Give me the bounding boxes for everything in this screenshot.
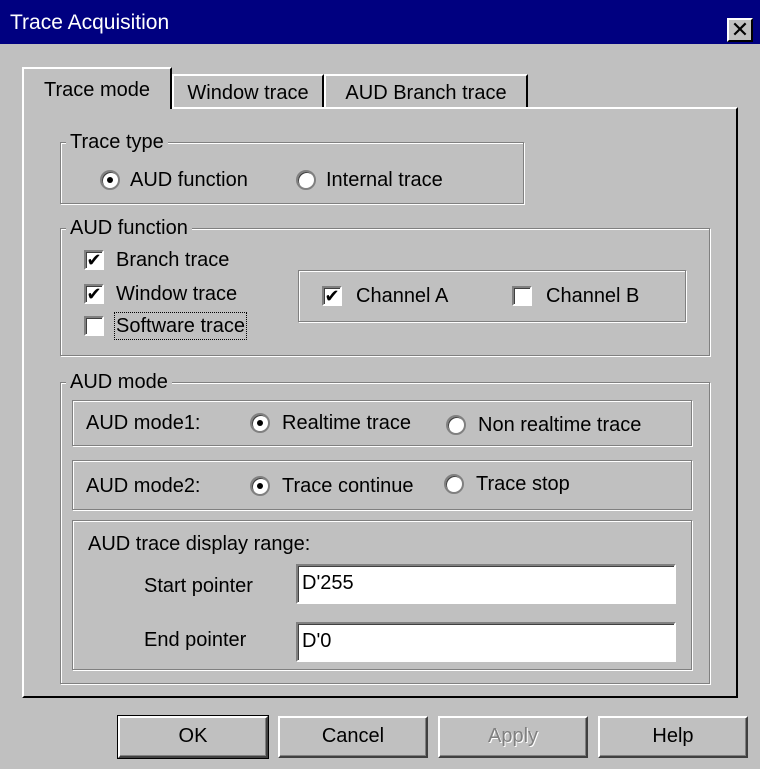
channel-b-label[interactable]: Channel B	[546, 284, 639, 308]
ok-button[interactable]: OK	[117, 715, 269, 759]
end-pointer-label: End pointer	[144, 629, 247, 651]
software-trace-label[interactable]: Software trace	[114, 312, 247, 340]
aud-mode2-label: AUD mode2:	[86, 475, 201, 497]
tab-aud-branch-trace-label: AUD Branch trace	[345, 82, 507, 104]
trace-range-label: AUD trace display range:	[88, 533, 311, 555]
trace-type-legend: Trace type	[66, 131, 168, 153]
aud-function-radio-label[interactable]: AUD function	[130, 168, 248, 192]
non-realtime-trace-label[interactable]: Non realtime trace	[478, 413, 641, 437]
start-pointer-label: Start pointer	[144, 575, 253, 597]
close-button[interactable]: ✕	[727, 18, 753, 42]
branch-trace-label[interactable]: Branch trace	[116, 248, 229, 272]
tab-aud-branch-trace[interactable]: AUD Branch trace	[324, 74, 528, 108]
trace-stop-label[interactable]: Trace stop	[476, 472, 570, 496]
realtime-trace-label[interactable]: Realtime trace	[282, 411, 411, 435]
trace-continue-label[interactable]: Trace continue	[282, 474, 414, 498]
end-pointer-input[interactable]: D'0	[296, 622, 676, 662]
window-title: Trace Acquisition	[10, 11, 170, 34]
internal-trace-radio[interactable]	[296, 170, 316, 190]
aud-function-legend: AUD function	[66, 217, 192, 239]
tab-window-trace-label: Window trace	[187, 82, 309, 104]
cancel-button[interactable]: Cancel	[278, 716, 428, 758]
check-mark-icon: ✔	[86, 284, 102, 304]
aud-mode1-label: AUD mode1:	[86, 412, 201, 434]
window-trace-checkbox[interactable]: ✔	[84, 284, 104, 304]
trace-continue-radio[interactable]	[250, 476, 270, 496]
realtime-trace-radio[interactable]	[250, 413, 270, 433]
branch-trace-checkbox[interactable]: ✔	[84, 250, 104, 270]
apply-button[interactable]: Apply	[438, 716, 588, 758]
software-trace-checkbox[interactable]	[84, 316, 104, 336]
channel-b-checkbox[interactable]	[512, 286, 532, 306]
internal-trace-radio-label[interactable]: Internal trace	[326, 168, 443, 192]
tab-window-trace[interactable]: Window trace	[172, 74, 324, 108]
close-icon: ✕	[730, 17, 750, 42]
aud-function-radio[interactable]	[100, 170, 120, 190]
window-trace-label[interactable]: Window trace	[116, 282, 237, 306]
aud-mode-legend: AUD mode	[66, 371, 172, 393]
check-mark-icon: ✔	[86, 250, 102, 270]
trace-stop-radio[interactable]	[444, 474, 464, 494]
channel-a-label[interactable]: Channel A	[356, 284, 448, 308]
tab-trace-mode[interactable]: Trace mode	[22, 67, 172, 109]
check-mark-icon: ✔	[324, 286, 340, 306]
tab-trace-mode-label: Trace mode	[44, 79, 150, 101]
non-realtime-trace-radio[interactable]	[446, 415, 466, 435]
start-pointer-input[interactable]: D'255	[296, 564, 676, 604]
channel-a-checkbox[interactable]: ✔	[322, 286, 342, 306]
help-button[interactable]: Help	[598, 716, 748, 758]
